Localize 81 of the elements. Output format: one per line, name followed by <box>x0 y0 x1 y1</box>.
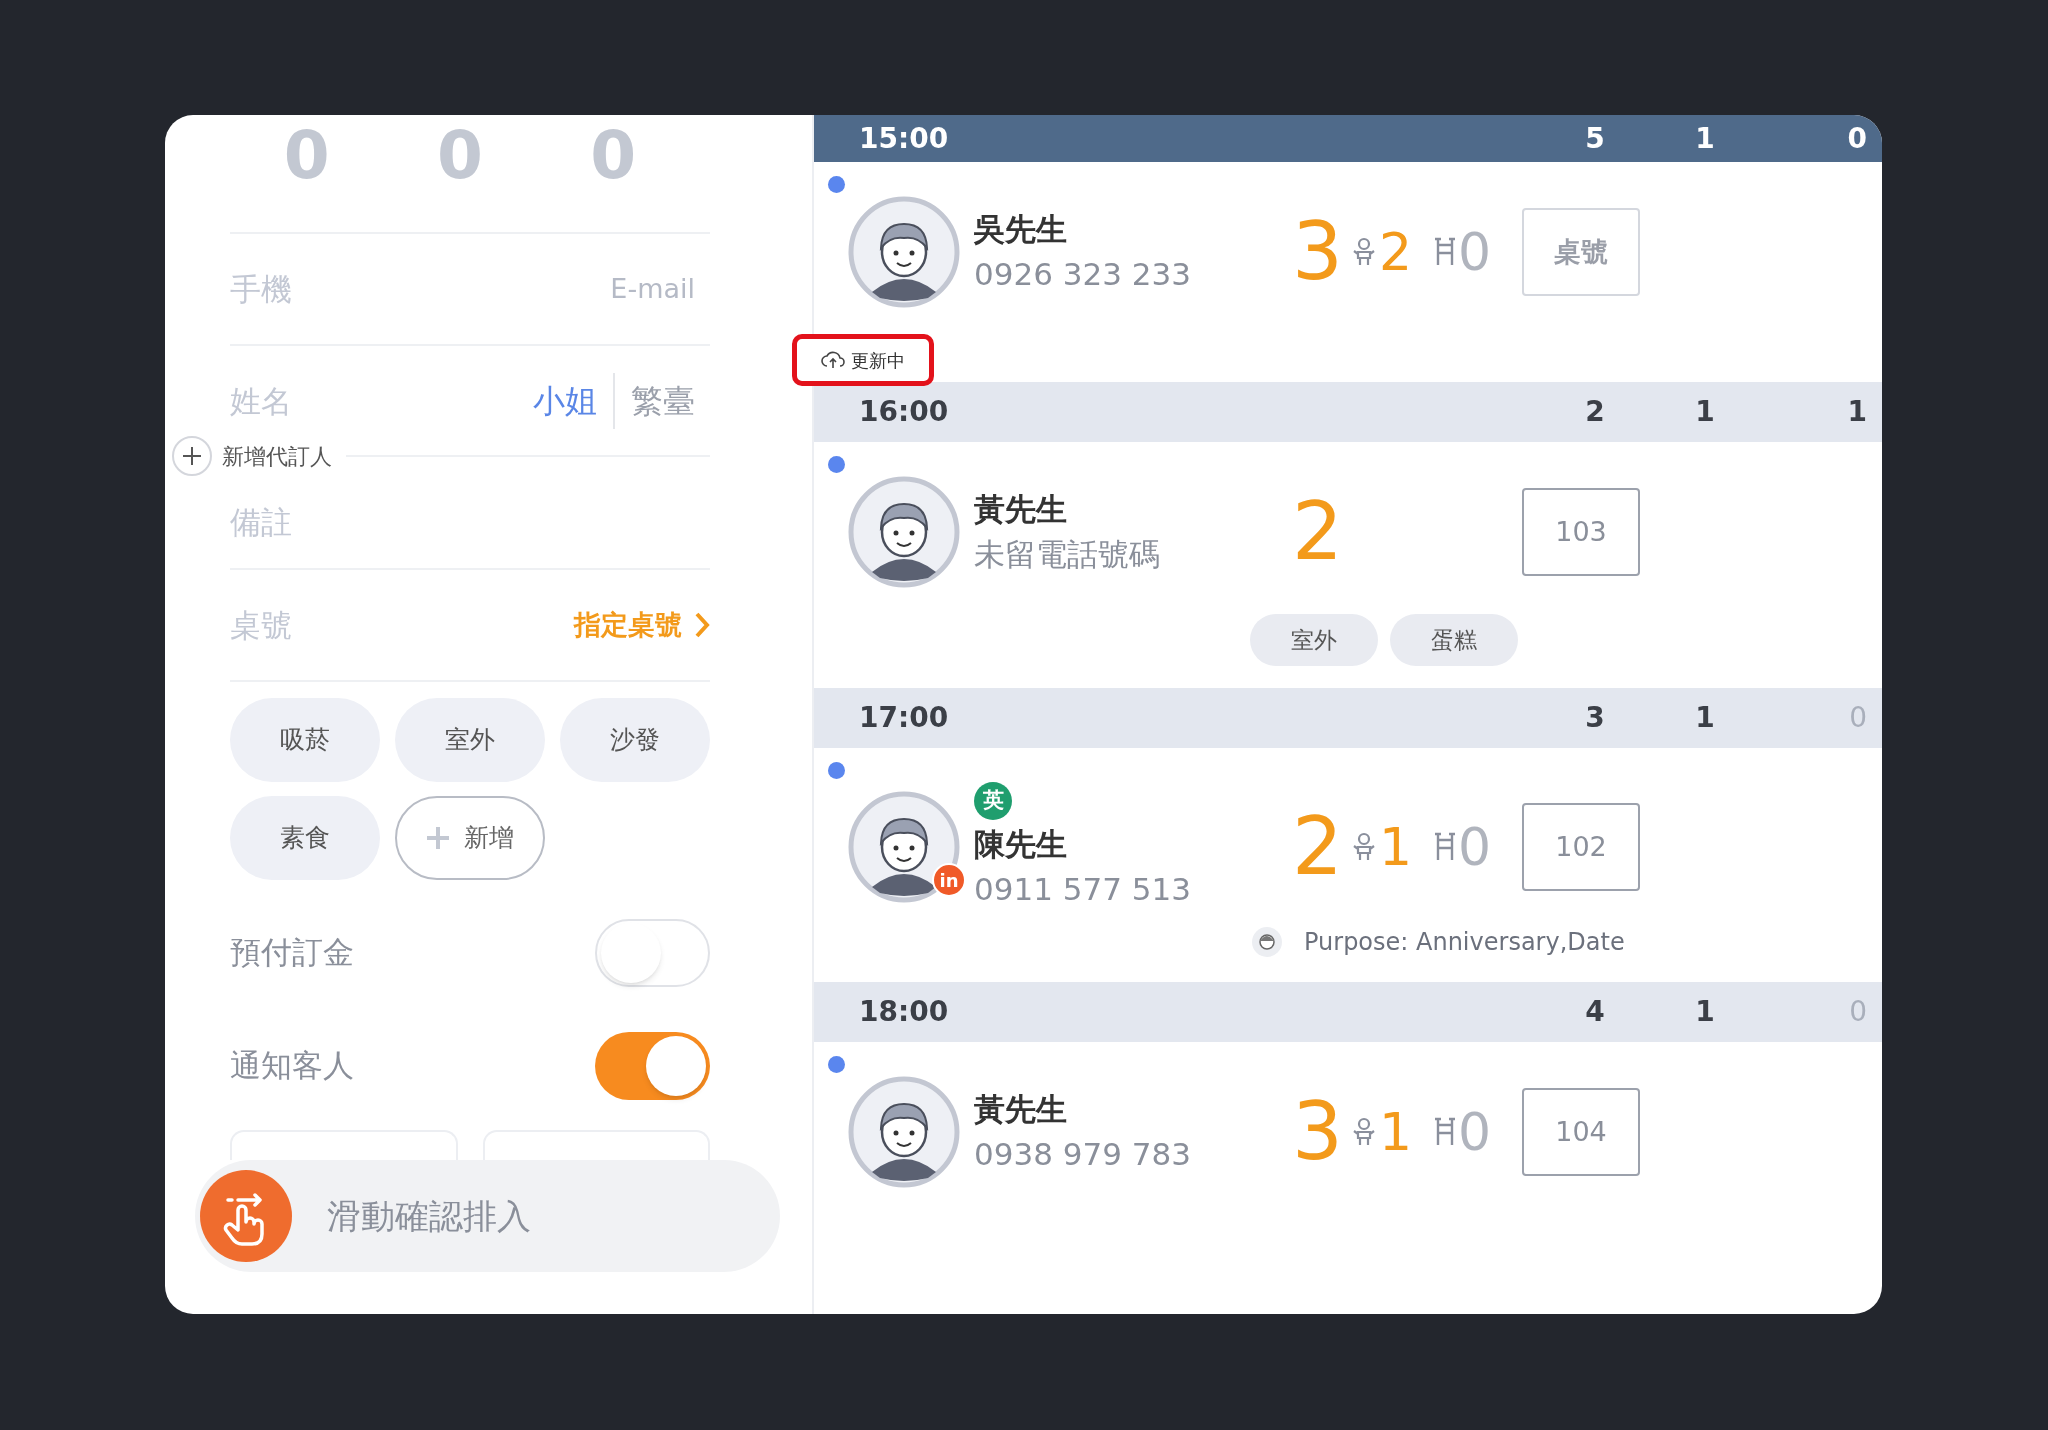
slot-count: 0 <box>1848 700 1867 736</box>
high-chair-count: 0 <box>1458 1106 1492 1158</box>
time-slot-header[interactable]: 17:00 3 1 0 <box>814 688 1882 748</box>
time-label: 17:00 <box>859 700 950 736</box>
reservation-row[interactable]: 黃先生 0938 979 783 3 1 0 104 <box>814 1042 1882 1210</box>
child-icon <box>1352 1117 1375 1147</box>
toggle-label: 預付訂金 <box>230 933 354 973</box>
guest-name: 吳先生 <box>974 210 1068 249</box>
avatar-icon <box>848 476 960 588</box>
swipe-hand-icon <box>200 1170 292 1262</box>
child-icon <box>1352 832 1375 862</box>
party-size: 3 <box>1292 1092 1343 1172</box>
plus-icon <box>172 436 212 476</box>
reservation-row[interactable]: 黃先生 未留電話號碼 2 103 室外 蛋糕 <box>814 442 1882 688</box>
high-chair-icon <box>1434 237 1456 267</box>
avatar-icon <box>848 196 960 308</box>
time-slot-header[interactable]: 16:00 2 1 1 <box>814 382 1882 442</box>
guest-phone: 0938 979 783 <box>974 1135 1192 1174</box>
guest-phone: 0911 577 513 <box>974 870 1192 909</box>
time-slot-header[interactable]: 18:00 4 1 0 <box>814 982 1882 1042</box>
add-tag-button[interactable]: 新增 <box>395 796 545 880</box>
plus-icon <box>426 826 450 850</box>
guest-name: 黃先生 <box>974 490 1068 529</box>
high-chair-icon <box>1434 1117 1456 1147</box>
email-field[interactable]: E-mail <box>535 268 695 310</box>
chevron-right-icon <box>694 611 710 639</box>
counter: 0 <box>590 123 637 189</box>
salutation-option[interactable]: 小姐 <box>517 373 613 429</box>
high-chair-icon <box>1434 832 1456 862</box>
slot-count: 2 <box>1584 394 1606 430</box>
tag-chip[interactable]: 素食 <box>230 796 380 880</box>
guest-name: 陳先生 <box>974 825 1068 864</box>
slot-count: 5 <box>1584 120 1606 157</box>
high-chair-count: 0 <box>1458 226 1492 278</box>
table-label: 桌號 <box>230 605 292 645</box>
phone-field[interactable]: 手機 <box>230 265 450 313</box>
children-count: 2 <box>1378 226 1412 278</box>
reservation-tag: 室外 <box>1250 614 1378 666</box>
purpose-text: Purpose: Anniversary,Date <box>1304 927 1625 958</box>
time-slot-header[interactable]: 15:00 5 1 0 <box>814 115 1882 162</box>
child-icon <box>1352 237 1375 267</box>
party-size: 2 <box>1292 492 1343 572</box>
guest-name: 黃先生 <box>974 1090 1068 1129</box>
reservation-row[interactable]: in 英 陳先生 0911 577 513 2 1 0 102 Purpose: Anniversary,Date <box>814 748 1882 982</box>
updating-status: 更新中 <box>792 334 934 386</box>
slot-count: 1 <box>1694 120 1716 157</box>
counter: 0 <box>437 123 483 189</box>
slot-count: 1 <box>1846 394 1867 430</box>
time-label: 15:00 <box>859 120 950 157</box>
slot-count: 0 <box>1846 120 1867 157</box>
name-field[interactable]: 姓名 <box>230 377 517 425</box>
note-field[interactable]: 備註 <box>230 498 710 546</box>
source-badge: in <box>932 863 966 897</box>
slot-count: 3 <box>1584 700 1606 736</box>
slot-count: 1 <box>1694 394 1716 430</box>
avatar-icon <box>848 791 960 903</box>
tag-chip[interactable]: 吸菸 <box>230 698 380 782</box>
reservation-tag: 蛋糕 <box>1390 614 1518 666</box>
language-badge: 英 <box>974 782 1012 820</box>
guest-phone: 未留電話號碼 <box>974 535 1161 574</box>
slot-count: 4 <box>1584 994 1606 1030</box>
slot-count: 1 <box>1694 700 1716 736</box>
tag-chip[interactable]: 沙發 <box>560 698 710 782</box>
time-label: 16:00 <box>859 394 950 430</box>
cloud-upload-icon <box>821 350 845 370</box>
counter: 0 <box>283 123 330 189</box>
reservation-row[interactable]: 吳先生 0926 323 233 3 2 0 桌號 <box>814 162 1882 330</box>
slot-count: 1 <box>1694 994 1716 1030</box>
guest-icon <box>1252 927 1282 957</box>
party-size: 2 <box>1292 807 1343 887</box>
guest-phone: 0926 323 233 <box>974 255 1192 294</box>
high-chair-count: 0 <box>1458 821 1492 873</box>
children-count: 1 <box>1378 1106 1412 1158</box>
party-size: 3 <box>1292 212 1343 292</box>
children-count: 1 <box>1378 821 1412 873</box>
avatar-icon <box>848 1076 960 1188</box>
slide-confirm-label: 滑動確認排入 <box>327 1194 531 1238</box>
slot-count: 0 <box>1848 994 1867 1030</box>
tag-chip[interactable]: 室外 <box>395 698 545 782</box>
toggle-label: 通知客人 <box>230 1046 354 1086</box>
time-label: 18:00 <box>859 994 950 1030</box>
